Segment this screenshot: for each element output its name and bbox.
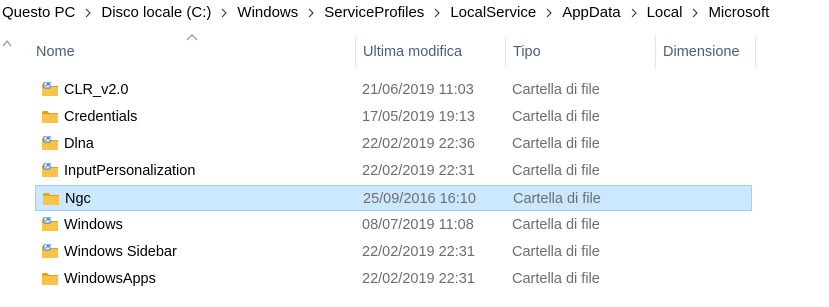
column-header-modified[interactable]: Ultima modifica	[355, 36, 505, 68]
file-name-cell[interactable]: Ngc	[42, 186, 91, 212]
file-type: Cartella di file	[512, 217, 600, 233]
file-type: Cartella di file	[513, 191, 601, 207]
chevron-right-icon[interactable]	[426, 8, 448, 18]
folder-icon	[42, 191, 60, 207]
column-header-name[interactable]: Nome	[28, 36, 355, 68]
file-type: Cartella di file	[512, 244, 600, 260]
file-name: WindowsApps	[64, 271, 156, 287]
file-modified: 22/02/2019 22:31	[362, 271, 475, 287]
file-row[interactable]: Credentials 17/05/2019 19:13 Cartella di f…	[35, 104, 752, 130]
file-name: CLR_v2.0	[64, 82, 129, 98]
file-modified: 22/02/2019 22:36	[362, 136, 475, 152]
column-divider[interactable]	[755, 36, 756, 68]
breadcrumb-item-local[interactable]: Local	[645, 4, 685, 21]
breadcrumb-item-windows[interactable]: Windows	[235, 4, 300, 21]
breadcrumb-item-localservice[interactable]: LocalService	[448, 4, 538, 21]
file-name-cell[interactable]: Dlna	[41, 131, 94, 157]
file-row[interactable]: InputPersonalization 22/02/2019 22:31 Cart…	[35, 158, 752, 184]
file-modified: 08/07/2019 11:08	[362, 217, 474, 233]
breadcrumb-item-appdata[interactable]: AppData	[560, 4, 622, 21]
file-row[interactable]: Ngc 25/09/2016 16:10 Cartella di file	[35, 185, 752, 211]
file-row[interactable]: Windows 08/07/2019 11:08 Cartella di file	[35, 212, 752, 238]
chevron-right-icon[interactable]	[77, 8, 99, 18]
file-name-cell[interactable]: CLR_v2.0	[41, 77, 128, 103]
file-modified: 22/02/2019 22:31	[362, 163, 475, 179]
folder-icon	[41, 271, 59, 287]
file-modified: 22/02/2019 22:31	[362, 244, 475, 260]
chevron-right-icon[interactable]	[623, 8, 645, 18]
column-header-size[interactable]: Dimensione	[655, 36, 755, 68]
breadcrumb-item-questo-pc[interactable]: Questo PC	[0, 4, 77, 21]
file-type: Cartella di file	[512, 136, 600, 152]
chevron-right-icon[interactable]	[538, 8, 560, 18]
column-header: Nome Ultima modifica Tipo Dimensione	[28, 34, 758, 68]
file-row[interactable]: Dlna 22/02/2019 22:36 Cartella di file	[35, 131, 752, 157]
file-type: Cartella di file	[512, 271, 600, 287]
folder-shortcut-icon	[41, 136, 59, 152]
scroll-up-arrow-icon[interactable]	[2, 38, 12, 50]
file-type: Cartella di file	[512, 163, 600, 179]
folder-shortcut-icon	[41, 82, 59, 98]
breadcrumb-item-serviceprofiles[interactable]: ServiceProfiles	[322, 4, 426, 21]
chevron-right-icon[interactable]	[684, 8, 706, 18]
file-name: Credentials	[64, 109, 138, 125]
file-row[interactable]: Windows Sidebar 22/02/2019 22:31 Cartella …	[35, 239, 752, 265]
file-name: Windows Sidebar	[64, 244, 177, 260]
file-name-cell[interactable]: Windows Sidebar	[41, 239, 177, 265]
file-name-cell[interactable]: Credentials	[41, 104, 137, 130]
file-row[interactable]: CLR_v2.0 21/06/2019 11:03 Cartella di file	[35, 77, 752, 103]
file-name: Dlna	[64, 136, 94, 152]
chevron-right-icon[interactable]	[213, 8, 235, 18]
file-modified: 17/05/2019 19:13	[362, 109, 475, 125]
file-type: Cartella di file	[512, 82, 600, 98]
folder-shortcut-icon	[41, 217, 59, 233]
breadcrumb: Questo PC Disco locale (C:) Windows Serv…	[0, 0, 829, 25]
file-modified: 25/09/2016 16:10	[363, 191, 476, 207]
folder-icon	[41, 109, 59, 125]
file-name-cell[interactable]: Windows	[41, 212, 123, 238]
file-row[interactable]: WindowsApps 22/02/2019 22:31 Cartella di f…	[35, 266, 752, 292]
column-header-type[interactable]: Tipo	[505, 36, 655, 68]
breadcrumb-item-microsoft[interactable]: Microsoft	[706, 4, 771, 21]
chevron-right-icon[interactable]	[300, 8, 322, 18]
breadcrumb-item-disco-locale[interactable]: Disco locale (C:)	[99, 4, 213, 21]
file-type: Cartella di file	[512, 109, 600, 125]
file-name-cell[interactable]: WindowsApps	[41, 266, 156, 292]
folder-shortcut-icon	[41, 163, 59, 179]
file-name-cell[interactable]: InputPersonalization	[41, 158, 195, 184]
file-name: Ngc	[65, 191, 91, 207]
file-modified: 21/06/2019 11:03	[362, 82, 474, 98]
file-name: InputPersonalization	[64, 163, 196, 179]
folder-shortcut-icon	[41, 244, 59, 260]
file-name: Windows	[64, 217, 123, 233]
